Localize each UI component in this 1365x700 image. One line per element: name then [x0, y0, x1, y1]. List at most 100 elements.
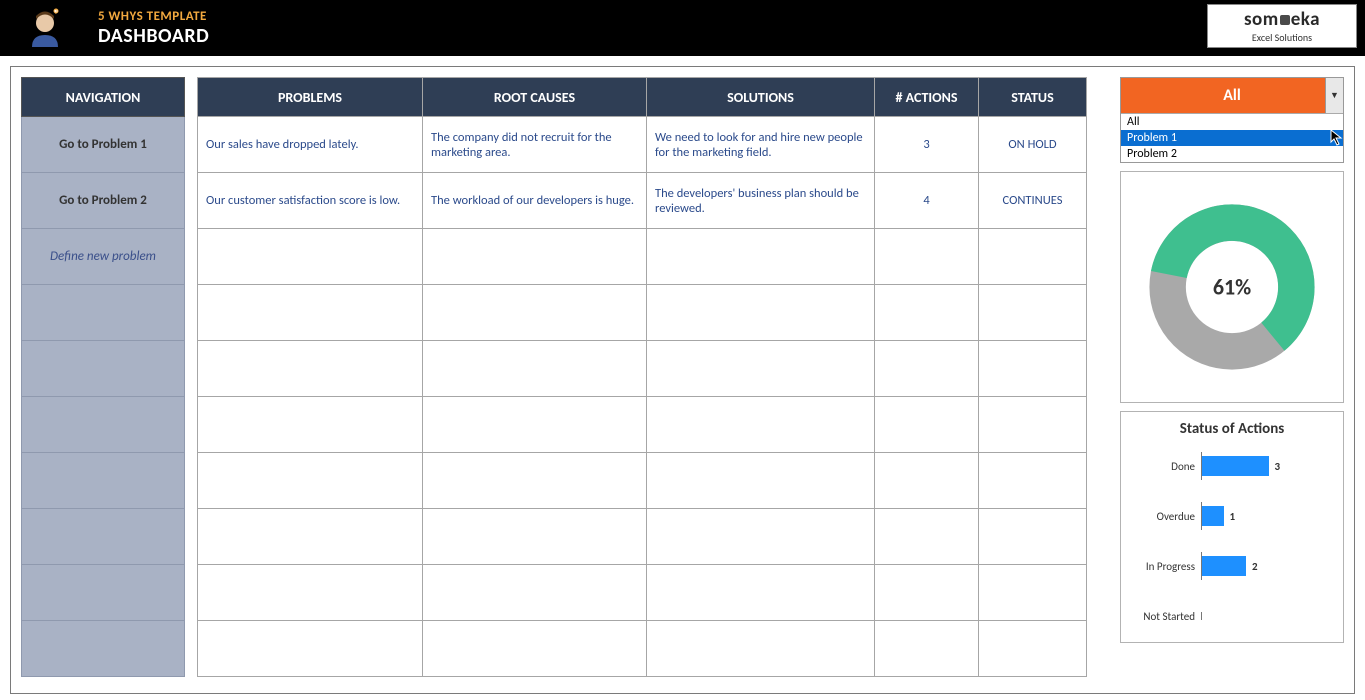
table-cell[interactable]	[979, 509, 1087, 565]
table-cell[interactable]: The workload of our developers is huge.	[423, 173, 647, 229]
table-cell[interactable]	[647, 453, 875, 509]
col-header-root-causes: ROOT CAUSES	[423, 77, 647, 117]
table-row[interactable]	[197, 229, 1108, 285]
table-row[interactable]	[197, 341, 1108, 397]
template-title: 5 WHYS TEMPLATE	[98, 9, 209, 24]
status-bar-chart: Status of Actions Done3Overdue1In Progre…	[1120, 411, 1344, 643]
bar-row: Not Started	[1129, 602, 1335, 630]
col-header-actions: # ACTIONS	[875, 77, 979, 117]
table-cell[interactable]	[647, 229, 875, 285]
dashboard-frame: NAVIGATION Go to Problem 1Go to Problem …	[10, 66, 1355, 694]
problems-table: PROBLEMS ROOT CAUSES SOLUTIONS # ACTIONS…	[197, 77, 1108, 683]
table-cell[interactable]	[875, 285, 979, 341]
table-cell[interactable]	[979, 397, 1087, 453]
table-cell[interactable]: ON HOLD	[979, 117, 1087, 173]
bar-value: 2	[1252, 560, 1258, 573]
table-cell[interactable]	[197, 509, 423, 565]
nav-item-0[interactable]: Go to Problem 1	[21, 117, 185, 173]
table-cell[interactable]	[647, 621, 875, 677]
table-cell[interactable]	[647, 397, 875, 453]
table-cell[interactable]	[423, 621, 647, 677]
table-cell[interactable]: 4	[875, 173, 979, 229]
table-cell[interactable]	[423, 509, 647, 565]
bar-row: Done3	[1129, 452, 1335, 480]
table-cell[interactable]: The company did not recruit for the mark…	[423, 117, 647, 173]
table-cell[interactable]	[979, 565, 1087, 621]
col-header-solutions: SOLUTIONS	[647, 77, 875, 117]
table-row[interactable]	[197, 621, 1108, 677]
nav-item-2[interactable]: Define new problem	[21, 229, 185, 285]
table-cell[interactable]	[423, 229, 647, 285]
filter-option[interactable]: All	[1121, 114, 1343, 130]
sidebar: All ▼ AllProblem 1Problem 2 61% Status o…	[1120, 77, 1344, 683]
table-cell[interactable]	[875, 397, 979, 453]
table-cell[interactable]	[979, 621, 1087, 677]
table-cell[interactable]: Our customer satisfaction score is low.	[197, 173, 423, 229]
table-cell[interactable]	[875, 341, 979, 397]
donut-chart: 61%	[1120, 171, 1344, 403]
bar-fill	[1201, 506, 1224, 526]
table-cell[interactable]	[423, 285, 647, 341]
filter-option[interactable]: Problem 2	[1121, 146, 1343, 162]
table-cell[interactable]	[979, 341, 1087, 397]
table-row[interactable]	[197, 453, 1108, 509]
chevron-down-icon[interactable]: ▼	[1325, 78, 1343, 113]
bar-track: 2	[1201, 556, 1335, 576]
table-row[interactable]: Our customer satisfaction score is low.T…	[197, 173, 1108, 229]
table-cell[interactable]	[197, 397, 423, 453]
app-header: ? 5 WHYS TEMPLATE DASHBOARD someka Excel…	[0, 0, 1365, 56]
table-cell[interactable]	[647, 509, 875, 565]
table-cell[interactable]	[647, 341, 875, 397]
table-cell[interactable]	[197, 453, 423, 509]
table-cell[interactable]: We need to look for and hire new people …	[647, 117, 875, 173]
table-cell[interactable]	[875, 453, 979, 509]
table-cell[interactable]	[979, 453, 1087, 509]
table-row[interactable]: Our sales have dropped lately.The compan…	[197, 117, 1108, 173]
table-cell[interactable]	[647, 565, 875, 621]
bar-label: In Progress	[1129, 560, 1201, 573]
nav-item-5	[21, 397, 185, 453]
table-row[interactable]	[197, 397, 1108, 453]
nav-item-1[interactable]: Go to Problem 2	[21, 173, 185, 229]
table-cell[interactable]	[423, 565, 647, 621]
bar-track: 3	[1201, 456, 1335, 476]
table-cell[interactable]	[423, 397, 647, 453]
table-cell[interactable]	[197, 621, 423, 677]
table-cell[interactable]: The developers' business plan should be …	[647, 173, 875, 229]
col-header-status: STATUS	[979, 77, 1087, 117]
nav-item-4	[21, 341, 185, 397]
table-cell[interactable]	[197, 341, 423, 397]
bar-label: Done	[1129, 460, 1201, 473]
table-cell[interactable]	[875, 565, 979, 621]
table-cell[interactable]	[197, 285, 423, 341]
bar-label: Overdue	[1129, 510, 1201, 523]
navigation-column: NAVIGATION Go to Problem 1Go to Problem …	[21, 77, 185, 683]
bar-value: 1	[1230, 510, 1236, 523]
table-cell[interactable]	[197, 565, 423, 621]
table-cell[interactable]	[875, 621, 979, 677]
page-title: DASHBOARD	[98, 24, 209, 48]
bar-row: Overdue 1	[1129, 502, 1335, 530]
navigation-header: NAVIGATION	[21, 77, 185, 117]
filter-option[interactable]: Problem 1	[1121, 130, 1343, 146]
table-row[interactable]	[197, 285, 1108, 341]
filter-dropdown[interactable]: All ▼ AllProblem 1Problem 2	[1120, 77, 1344, 163]
table-cell[interactable]	[647, 285, 875, 341]
logo: someka Excel Solutions	[1207, 4, 1357, 48]
table-cell[interactable]	[875, 229, 979, 285]
filter-selected: All	[1223, 86, 1241, 105]
table-cell[interactable]	[979, 229, 1087, 285]
table-cell[interactable]: 3	[875, 117, 979, 173]
table-row[interactable]	[197, 509, 1108, 565]
table-cell[interactable]	[423, 453, 647, 509]
table-cell[interactable]	[875, 509, 979, 565]
table-cell[interactable]	[197, 229, 423, 285]
bar-label: Not Started	[1129, 610, 1201, 623]
table-row[interactable]	[197, 565, 1108, 621]
table-cell[interactable]: Our sales have dropped lately.	[197, 117, 423, 173]
table-cell[interactable]: CONTINUES	[979, 173, 1087, 229]
table-cell[interactable]	[423, 341, 647, 397]
col-header-problems: PROBLEMS	[197, 77, 423, 117]
table-cell[interactable]	[979, 285, 1087, 341]
bar-track: 1	[1201, 506, 1335, 526]
